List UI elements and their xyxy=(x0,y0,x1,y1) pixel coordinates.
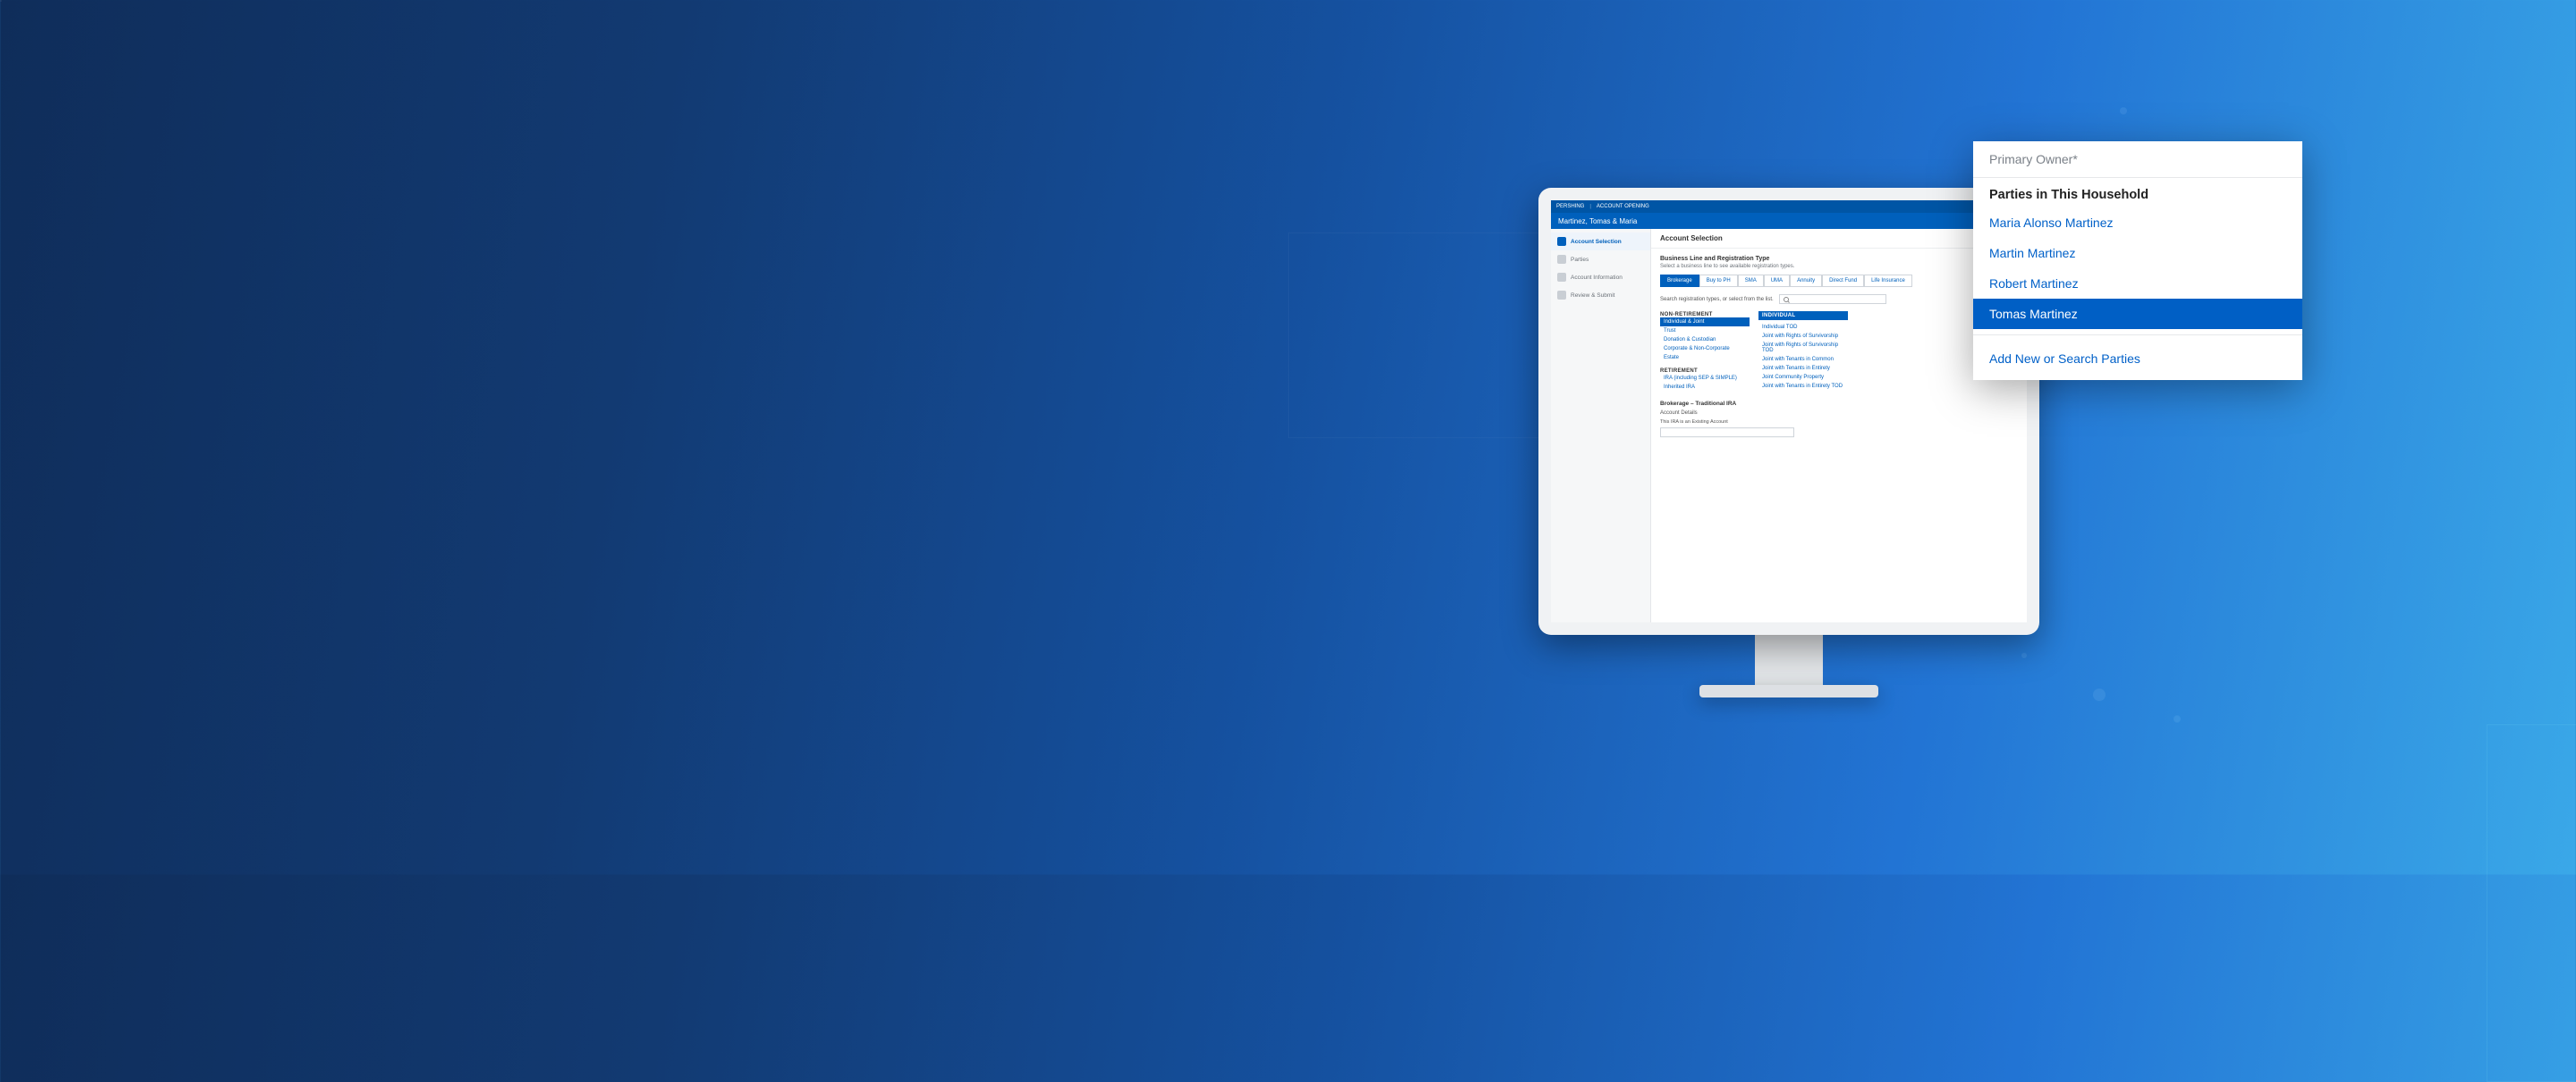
reg-option[interactable]: Joint with Rights of Survivorship TOD xyxy=(1758,341,1848,355)
reg-option[interactable]: Joint Community Property xyxy=(1758,373,1848,382)
sidebar-item-review-submit[interactable]: Review & Submit xyxy=(1551,286,1650,304)
party-option-selected[interactable]: Tomas Martinez xyxy=(1973,299,2302,329)
monitor-stand-neck xyxy=(1755,633,1823,687)
reg-option[interactable]: Joint with Tenants in Entirety xyxy=(1758,364,1848,373)
reg-option[interactable]: Joint with Rights of Survivorship xyxy=(1758,332,1848,341)
reg-item-corporate[interactable]: Corporate & Non-Corporate xyxy=(1660,344,1750,353)
reg-item-ira[interactable]: IRA (including SEP & SIMPLE) xyxy=(1660,374,1750,383)
account-details-label: Account Details xyxy=(1660,410,2018,416)
account-details-sub: This IRA is an Existing Account xyxy=(1660,419,2018,425)
reg-item-individual-joint[interactable]: Individual & Joint xyxy=(1660,317,1750,326)
search-icon xyxy=(1784,297,1789,302)
main-content: Account Selection Business Line and Regi… xyxy=(1651,229,2027,622)
search-input[interactable] xyxy=(1779,294,1886,304)
section-heading: Business Line and Registration Type xyxy=(1660,256,2018,262)
reg-item-estate[interactable]: Estate xyxy=(1660,353,1750,362)
decor-rect xyxy=(2487,724,2576,1082)
decor-dot xyxy=(2174,715,2181,723)
household-bar: Martinez, Tomas & Maria xyxy=(1551,213,2027,229)
reg-subheader: Individual xyxy=(1758,311,1848,320)
sidebar-item-label: Account Selection xyxy=(1571,239,1622,245)
decor-dot xyxy=(2021,653,2027,658)
reg-option[interactable]: Joint with Tenants in Entirety TOD xyxy=(1758,382,1848,391)
monitor-bezel: PERSHING | ACCOUNT OPENING Martinez, Tom… xyxy=(1538,188,2039,635)
sidebar-item-label: Account Information xyxy=(1571,275,1623,281)
tab-life-insurance[interactable]: Life Insurance xyxy=(1864,275,1912,287)
dropdown-divider xyxy=(1973,334,2302,335)
background-decor xyxy=(0,0,2576,875)
reg-item-inherited-ira[interactable]: Inherited IRA xyxy=(1660,383,1750,392)
info-icon xyxy=(1557,273,1566,282)
reg-option[interactable]: Joint with Tenants in Common xyxy=(1758,355,1848,364)
search-label: Search registration types, or select fro… xyxy=(1660,297,1774,302)
people-icon xyxy=(1557,255,1566,264)
decor-dot xyxy=(2120,107,2127,114)
sidebar-item-account-selection[interactable]: Account Selection xyxy=(1551,232,1650,250)
household-name: Martinez, Tomas & Maria xyxy=(1558,217,1637,225)
party-option[interactable]: Maria Alonso Martinez xyxy=(1973,207,2302,238)
group-heading-non-retirement: NON-RETIREMENT xyxy=(1660,312,1713,317)
party-option[interactable]: Martin Martinez xyxy=(1973,238,2302,268)
reg-item-trust[interactable]: Trust xyxy=(1660,326,1750,335)
tab-uma[interactable]: UMA xyxy=(1764,275,1790,287)
registration-right-column: Individual Individual TOD Joint with Rig… xyxy=(1758,311,1848,392)
dropdown-field-label: Primary Owner* xyxy=(1973,141,2302,178)
party-option[interactable]: Robert Martinez xyxy=(1973,268,2302,299)
tab-brokerage[interactable]: Brokerage xyxy=(1660,275,1699,287)
business-line-tabs: Brokerage Buy to PH SMA UMA Annuity Dire… xyxy=(1660,275,2018,287)
sidebar-item-parties[interactable]: Parties xyxy=(1551,250,1650,268)
monitor-stand-base xyxy=(1699,685,1878,697)
tab-direct-fund[interactable]: Direct Fund xyxy=(1822,275,1864,287)
app-screen: PERSHING | ACCOUNT OPENING Martinez, Tom… xyxy=(1551,200,2027,622)
primary-owner-dropdown: Primary Owner* Parties in This Household… xyxy=(1973,141,2302,380)
reg-item-donation-custodian[interactable]: Donation & Custodian xyxy=(1660,335,1750,344)
reg-option[interactable]: Individual TOD xyxy=(1758,323,1848,332)
sidebar-item-label: Review & Submit xyxy=(1571,292,1615,299)
sidebar-item-label: Parties xyxy=(1571,257,1589,263)
section-subtext: Select a business line to see available … xyxy=(1660,264,2018,269)
tab-buy-to-ph[interactable]: Buy to PH xyxy=(1699,275,1738,287)
check-icon xyxy=(1557,291,1566,300)
registration-left-column: NON-RETIREMENT Individual & Joint Trust … xyxy=(1660,311,1750,392)
page-title: Account Selection xyxy=(1651,229,2027,249)
dropdown-section-label: Parties in This Household xyxy=(1973,178,2302,207)
brand-logo: PERSHING xyxy=(1556,204,1584,209)
decor-dot xyxy=(2093,689,2106,701)
sidebar: Account Selection Parties Account Inform… xyxy=(1551,229,1651,622)
tab-annuity[interactable]: Annuity xyxy=(1790,275,1822,287)
list-icon xyxy=(1557,237,1566,246)
tab-sma[interactable]: SMA xyxy=(1738,275,1764,287)
summary-line: Brokerage – Traditional IRA xyxy=(1660,401,2018,407)
app-name: ACCOUNT OPENING xyxy=(1597,204,1649,209)
app-header: PERSHING | ACCOUNT OPENING xyxy=(1551,200,2027,213)
group-heading-retirement: RETIREMENT xyxy=(1660,368,1698,374)
sidebar-item-account-info[interactable]: Account Information xyxy=(1551,268,1650,286)
account-details-dropdown[interactable] xyxy=(1660,427,1794,437)
add-new-or-search-parties[interactable]: Add New or Search Parties xyxy=(1973,341,2302,380)
